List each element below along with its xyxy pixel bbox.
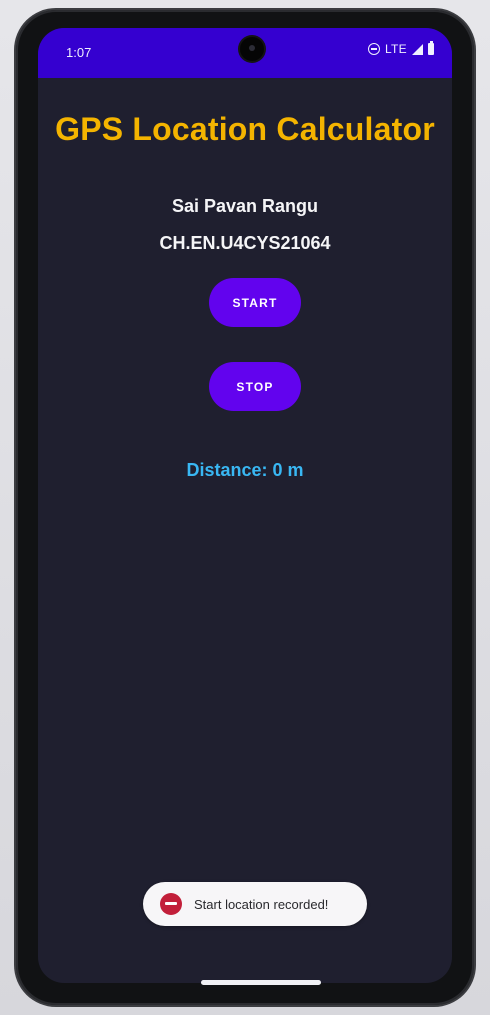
app-icon [160, 893, 182, 915]
toast-notification: Start location recorded! [143, 882, 367, 926]
start-button[interactable]: START [209, 278, 301, 327]
home-gesture-bar[interactable] [201, 980, 321, 985]
device-frame: 1:07 LTE GPS Location Calculator Sai Pav… [0, 0, 490, 1015]
front-camera [240, 37, 264, 61]
app-screen: 1:07 LTE GPS Location Calculator Sai Pav… [38, 28, 452, 983]
status-time: 1:07 [66, 45, 92, 60]
app-title: GPS Location Calculator [55, 111, 435, 147]
toast-message: Start location recorded! [194, 896, 329, 912]
signal-icon [412, 44, 423, 55]
distance-readout: Distance: 0 m [186, 460, 304, 480]
network-type: LTE [384, 42, 407, 56]
status-icons: LTE [367, 41, 434, 56]
battery-icon [428, 41, 434, 55]
status-bar: 1:07 LTE [38, 28, 452, 78]
do-not-disturb-icon [367, 43, 380, 55]
student-name: Sai Pavan Rangu [171, 196, 319, 216]
phone-body: 1:07 LTE GPS Location Calculator Sai Pav… [16, 10, 474, 1005]
roll-number: CH.EN.U4CYS21064 [159, 233, 331, 253]
stop-button[interactable]: STOP [209, 362, 301, 411]
